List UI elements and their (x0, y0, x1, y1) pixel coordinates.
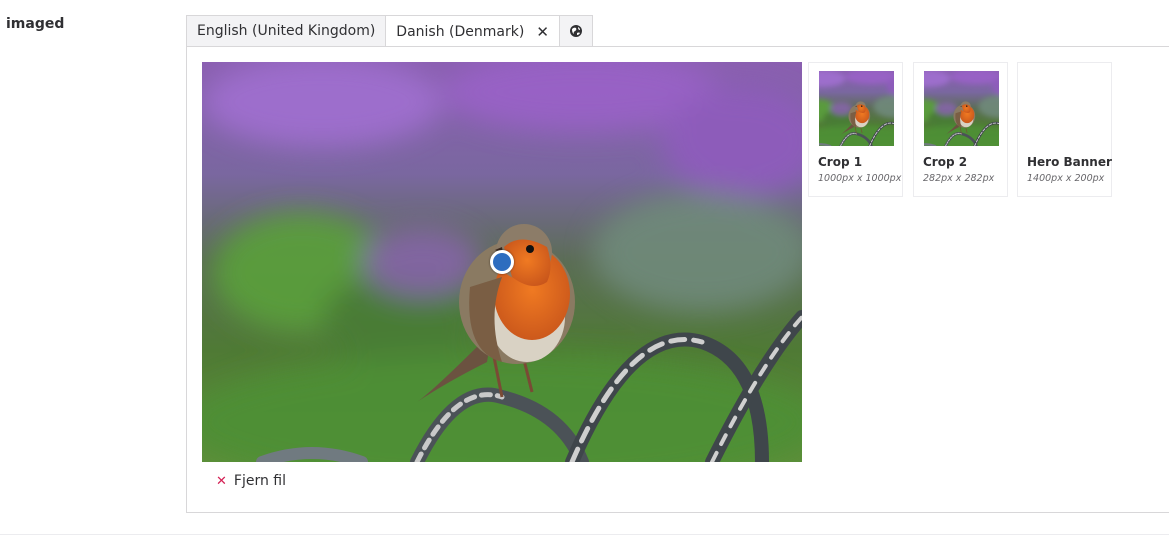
language-tabs: English (United Kingdom) Danish (Denmark… (186, 15, 593, 47)
globe-icon (569, 25, 582, 37)
crop-item-hero-banner[interactable]: Hero Banner 1400px x 200px (1017, 62, 1112, 197)
crop-thumbnail (819, 71, 894, 146)
tab-label: Danish (Denmark) (396, 23, 525, 40)
tab-english-uk[interactable]: English (United Kingdom) (186, 15, 387, 46)
add-language-tab[interactable] (558, 15, 593, 46)
crop-thumbnail (1028, 71, 1103, 82)
tab-danish-denmark[interactable]: Danish (Denmark) ✕ (385, 15, 560, 47)
focal-point-handle[interactable] (490, 250, 514, 274)
property-label: imaged (6, 16, 65, 32)
remove-file-button[interactable]: ✕ Fjern fil (216, 473, 286, 489)
crop-dimensions: 1000px x 1000px (818, 173, 902, 184)
crop-name: Hero Banner (1027, 155, 1112, 169)
remove-file-label: Fjern fil (233, 473, 287, 489)
crop-item-crop-1[interactable]: Crop 1 1000px x 1000px (808, 62, 903, 197)
crop-dimensions: 282px x 282px (923, 173, 995, 184)
tab-label: English (United Kingdom) (197, 23, 376, 39)
crop-name: Crop 1 (818, 155, 863, 169)
remove-icon: ✕ (216, 473, 227, 489)
crop-name: Crop 2 (923, 155, 968, 169)
crop-item-crop-2[interactable]: Crop 2 282px x 282px (913, 62, 1008, 197)
crop-dimensions: 1400px x 200px (1027, 173, 1105, 184)
crop-thumbnail (924, 71, 999, 146)
divider (0, 534, 1169, 535)
close-icon[interactable]: ✕ (536, 23, 549, 41)
